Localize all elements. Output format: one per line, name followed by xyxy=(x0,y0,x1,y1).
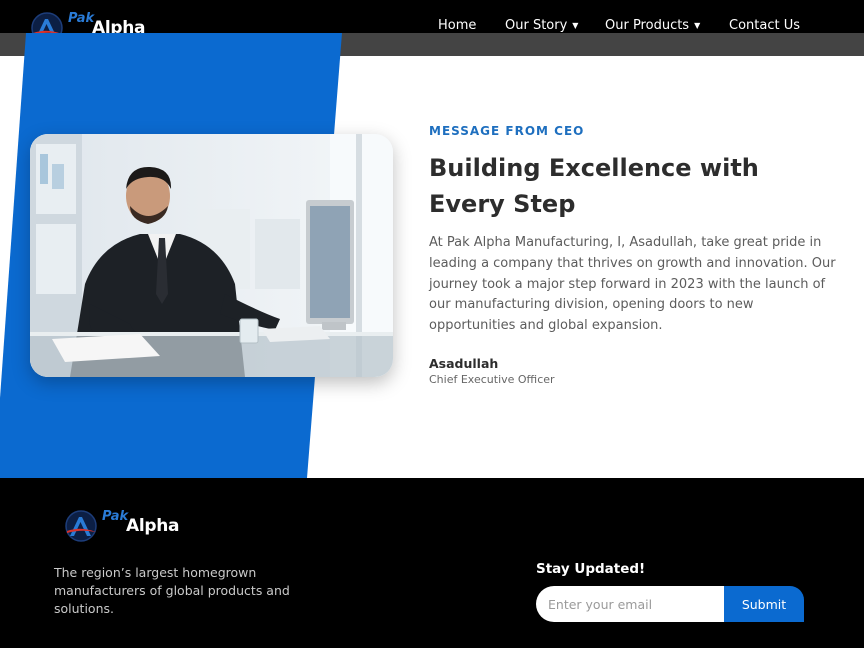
chevron-down-icon: ▼ xyxy=(572,21,579,30)
ceo-name: Asadullah xyxy=(429,356,499,371)
footer-tagline: The region’s largest homegrown manufactu… xyxy=(54,565,290,616)
nav-our-products[interactable]: Our Products ▼ xyxy=(605,18,700,33)
page-title: Building Excellence with Every Step xyxy=(429,154,759,218)
site-footer xyxy=(0,478,864,648)
newsletter-heading: Stay Updated! xyxy=(536,561,646,577)
ceo-photo xyxy=(30,134,393,377)
newsletter-email-input[interactable] xyxy=(536,586,726,622)
footer-logo[interactable]: Pak Alpha xyxy=(64,509,192,543)
nav-our-story[interactable]: Our Story ▼ xyxy=(505,18,578,33)
logo-word-pak: Pak xyxy=(102,509,129,524)
businessman-at-desk-illustration xyxy=(30,134,393,377)
newsletter-submit-button[interactable]: Submit xyxy=(724,586,804,622)
nav-contact-us[interactable]: Contact Us xyxy=(729,18,800,33)
logo-mark-icon xyxy=(64,509,98,543)
section-eyebrow: MESSAGE FROM CEO xyxy=(429,124,585,138)
logo-wordmark: Pak Alpha xyxy=(102,509,192,539)
ceo-title: Chief Executive Officer xyxy=(429,373,555,386)
ceo-message-text: At Pak Alpha Manufacturing, I, Asadullah… xyxy=(429,235,836,334)
nav-home-label: Home xyxy=(438,18,477,33)
nav-home[interactable]: Home xyxy=(438,18,476,33)
nav-contact-us-label: Contact Us xyxy=(729,18,800,33)
nav-our-story-label: Our Story xyxy=(505,18,568,33)
chevron-down-icon: ▼ xyxy=(694,21,701,30)
logo-word-alpha: Alpha xyxy=(126,516,180,536)
nav-our-products-label: Our Products xyxy=(605,18,690,33)
